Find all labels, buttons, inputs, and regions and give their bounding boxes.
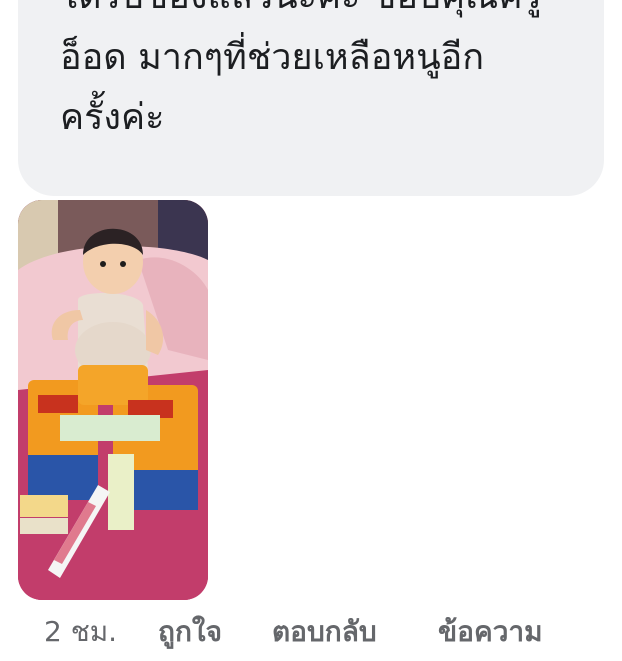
reply-button[interactable]: ตอบกลับ (272, 614, 377, 650)
comment-text-line-2: อ็อด มากๆที่ช่วยเหลือหนูอีก (60, 37, 485, 78)
comment-text-line-1: ได้รับของแล้วน่ะค่ะ ขอบคุณครู (60, 0, 542, 15)
comment-timestamp: 2 ชม. (44, 615, 118, 648)
comment-thread: ได้รับของแล้วน่ะค่ะ ขอบคุณครู อ็อด มากๆท… (0, 0, 622, 661)
comment-meta-bar: 2 ชม. ถูกใจ ตอบกลับ ข้อความ (0, 614, 622, 650)
like-button[interactable]: ถูกใจ (158, 614, 222, 650)
comment-photo[interactable] (18, 200, 208, 600)
photo-image (18, 200, 208, 600)
message-button[interactable]: ข้อความ (438, 614, 543, 650)
comment-text-line-3: ครั้งค่ะ (60, 97, 165, 138)
comment-bubble[interactable]: ได้รับของแล้วน่ะค่ะ ขอบคุณครู อ็อด มากๆท… (18, 0, 604, 196)
